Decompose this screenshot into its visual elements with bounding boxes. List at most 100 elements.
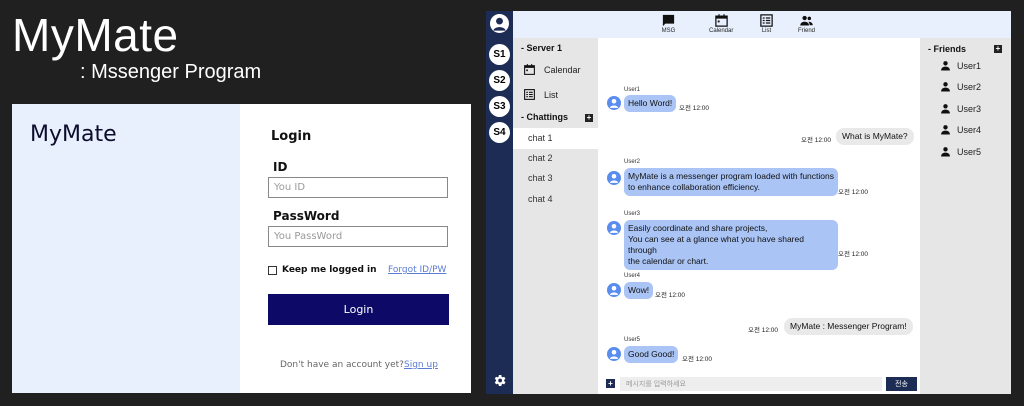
message-user: User4 [624, 273, 641, 279]
message-input-bar: + 전송 [598, 374, 920, 394]
login-title: Login [271, 129, 312, 144]
server-rail: S1 S2 S3 S4 [486, 11, 513, 394]
message-time: 오전 12:00 [838, 189, 869, 196]
channel-list-label: List [544, 89, 559, 100]
message-bubble-own: MyMate : Messenger Program! [784, 318, 913, 335]
person-icon [941, 147, 950, 157]
friend-item[interactable]: User4 [940, 124, 981, 135]
user-avatar-icon [607, 96, 621, 110]
message-bubble: Good Good! [624, 346, 679, 363]
chattings-heading: - Chattings [521, 112, 568, 122]
message-user: User3 [624, 211, 641, 217]
message-bubble: Hello Word! [624, 95, 677, 112]
message-user: User1 [624, 87, 641, 93]
channel-sidebar: - Server 1 Calendar List - Chattings + c… [513, 38, 598, 394]
person-icon [941, 61, 950, 71]
message-time: 오전 12:00 [801, 137, 832, 144]
message-line: You can see at a glance what you have sh… [628, 234, 804, 255]
server-s3-button[interactable]: S3 [489, 96, 510, 117]
channel-list[interactable]: List [523, 88, 558, 101]
attach-plus-button[interactable]: + [606, 379, 615, 388]
add-friend-button[interactable]: + [994, 45, 1002, 53]
user-avatar-icon [607, 283, 621, 297]
id-label: ID [273, 160, 288, 174]
friend-item[interactable]: User2 [940, 81, 981, 92]
message-line: MyMate is a messenger program loaded wit… [628, 171, 834, 181]
signup-link[interactable]: Sign up [404, 360, 438, 370]
list-icon [760, 14, 773, 27]
profile-avatar-icon[interactable] [490, 14, 509, 33]
login-button[interactable]: Login [268, 294, 449, 325]
no-account-text: Don't have an account yet? [280, 360, 404, 370]
person-icon [941, 104, 950, 114]
message-bubble: MyMate is a messenger program loaded wit… [624, 168, 838, 196]
friend-name: User3 [957, 103, 982, 114]
friends-sidebar: - Friends + User1 User2 User3 User4 User… [920, 38, 1011, 394]
login-logo: MyMate [30, 122, 117, 147]
user-avatar-icon [607, 347, 621, 361]
chat-item-1[interactable]: chat 1 [513, 128, 598, 149]
server-heading: - Server 1 [521, 43, 563, 53]
login-card: MyMate Login ID PassWord Keep me logged … [12, 104, 471, 393]
message-user: User2 [624, 159, 641, 165]
message-time: 오전 12:00 [682, 356, 713, 363]
calendar-icon [524, 64, 535, 75]
chat-item-3[interactable]: chat 3 [513, 168, 598, 189]
friend-item[interactable]: User1 [940, 60, 981, 71]
message-time: 오전 12:00 [655, 292, 686, 299]
chat-item-4[interactable]: chat 4 [513, 189, 598, 210]
friend-item[interactable]: User5 [940, 146, 981, 157]
id-input[interactable] [268, 177, 448, 198]
message-bubble: Wow! [624, 282, 654, 299]
password-input[interactable] [268, 226, 448, 247]
settings-gear-icon[interactable] [492, 373, 507, 388]
person-icon [941, 125, 950, 135]
server-s4-button[interactable]: S4 [489, 122, 510, 143]
message-input[interactable] [620, 377, 882, 391]
friend-item[interactable]: User3 [940, 103, 981, 114]
password-label: PassWord [273, 209, 340, 223]
chat-item-2[interactable]: chat 2 [513, 148, 598, 169]
message-line: the calendar or chart. [628, 256, 709, 266]
friends-icon [800, 15, 813, 26]
remember-checkbox[interactable] [268, 265, 277, 275]
message-bubble-own: What is MyMate? [836, 128, 914, 145]
add-chat-button[interactable]: + [585, 114, 593, 122]
messenger-window: S1 S2 S3 S4 MSG Calendar List Friend - S… [486, 11, 1011, 394]
send-button[interactable]: 전송 [886, 377, 917, 391]
tab-msg[interactable]: MSG [661, 13, 676, 34]
tab-friend-label: Friend [798, 28, 816, 34]
tab-msg-label: MSG [661, 28, 676, 34]
forgot-link[interactable]: Forgot ID/PW [388, 265, 446, 275]
channel-calendar[interactable]: Calendar [523, 63, 581, 76]
server-s1-button[interactable]: S1 [489, 44, 510, 65]
message-time: 오전 12:00 [679, 105, 710, 112]
message-time: 오전 12:00 [838, 251, 869, 258]
login-form: Login ID PassWord Keep me logged in Forg… [240, 104, 471, 393]
user-avatar-icon [607, 221, 621, 235]
remember-me[interactable]: Keep me logged in [268, 265, 377, 275]
tab-list[interactable]: List [759, 13, 774, 34]
user-avatar-icon [607, 171, 621, 185]
calendar-icon [714, 14, 728, 27]
channel-calendar-label: Calendar [544, 64, 581, 75]
remember-label: Keep me logged in [282, 265, 377, 275]
friends-heading: - Friends [928, 44, 967, 54]
list-icon [524, 89, 535, 100]
tab-calendar-label: Calendar [709, 28, 734, 34]
message-bubble: Easily coordinate and share projects, Yo… [624, 220, 838, 270]
friend-name: User2 [957, 81, 982, 92]
friend-name: User4 [957, 124, 982, 135]
banner-subtitle: : Mssenger Program [80, 61, 262, 83]
person-icon [941, 82, 950, 92]
server-s2-button[interactable]: S2 [489, 70, 510, 91]
banner-title: MyMate [12, 9, 179, 61]
message-icon [662, 14, 675, 27]
top-nav-bar: MSG Calendar List Friend [513, 11, 1011, 38]
login-brand-panel: MyMate [12, 104, 240, 393]
message-user: User5 [624, 337, 641, 343]
chat-message-area: User1 Hello Word! 오전 12:00 오전 12:00 What… [598, 38, 920, 374]
tab-friend[interactable]: Friend [798, 13, 815, 34]
tab-calendar[interactable]: Calendar [709, 13, 733, 34]
friend-name: User5 [957, 146, 982, 157]
